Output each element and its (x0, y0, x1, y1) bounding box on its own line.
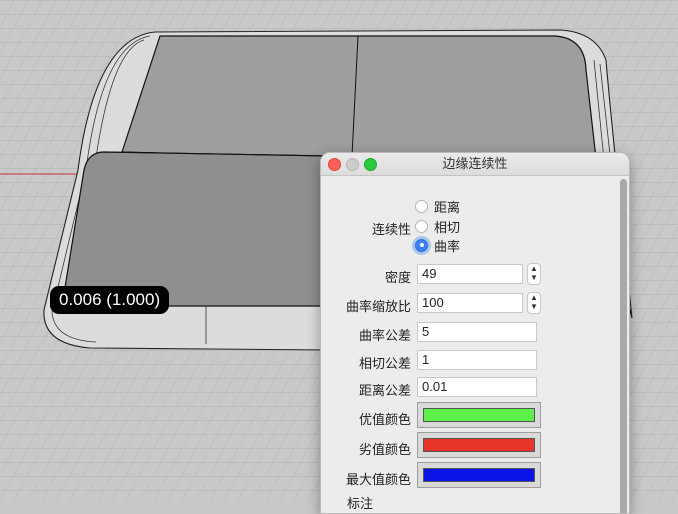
stepper-up-icon[interactable]: ▲ (528, 293, 540, 302)
curvature-tolerance-label: 曲率公差 (358, 328, 411, 343)
continuity-label: 连续性 (371, 222, 411, 237)
max-color-button[interactable] (417, 462, 541, 488)
continuity-readout: 0.006 (1.000) (50, 286, 170, 314)
radio-distance[interactable]: 距离 (415, 197, 460, 215)
radio-tangent-label: 相切 (434, 219, 461, 235)
density-input[interactable]: 49 (417, 264, 523, 284)
top-surface-front-face (61, 151, 331, 307)
tangent-tolerance-input[interactable]: 1 (417, 350, 537, 370)
panel-scrollbar[interactable] (620, 179, 627, 513)
bad-color-label: 劣值颜色 (358, 442, 411, 457)
stepper-up-icon[interactable]: ▲ (528, 264, 540, 273)
radio-curvature-label: 曲率 (434, 238, 461, 254)
panel-titlebar[interactable]: 边缘连续性 (321, 153, 629, 176)
curvature-scale-label: 曲率缩放比 (345, 299, 411, 314)
tangent-tolerance-label: 相切公差 (358, 356, 411, 371)
panel-title: 边缘连续性 (442, 156, 508, 171)
stepper-down-icon[interactable]: ▼ (528, 273, 540, 282)
radio-tangent[interactable]: 相切 (415, 217, 460, 235)
density-label: 密度 (384, 270, 411, 285)
radio-circle[interactable] (415, 219, 428, 233)
stepper-down-icon[interactable]: ▼ (528, 302, 540, 311)
curvature-scale-input[interactable]: 100 (417, 293, 523, 313)
max-color-label: 最大值颜色 (345, 472, 411, 487)
distance-tolerance-input[interactable]: 0.01 (417, 377, 537, 397)
bad-color-button[interactable] (417, 432, 541, 458)
good-color-button[interactable] (417, 402, 541, 428)
radio-curvature[interactable]: 曲率 (415, 236, 460, 254)
curvature-tolerance-input[interactable]: 5 (417, 322, 537, 342)
good-color-label: 优值颜色 (358, 412, 411, 427)
bad-color-swatch (423, 438, 535, 452)
radio-circle[interactable] (415, 199, 428, 213)
curvature-scale-stepper[interactable]: ▲ ▼ (527, 292, 541, 314)
annotation-label: 标注 (347, 496, 374, 511)
edge-continuity-panel: 边缘连续性 连续性 距离 相切 曲率 密度 49 ▲ ▼ 曲率缩放比 100 ▲… (320, 152, 630, 514)
max-color-swatch (423, 468, 535, 482)
good-color-swatch (423, 408, 535, 422)
density-stepper[interactable]: ▲ ▼ (527, 263, 541, 285)
distance-tolerance-label: 距离公差 (358, 383, 411, 398)
radio-distance-label: 距离 (434, 199, 461, 215)
radio-circle-selected[interactable] (415, 238, 428, 252)
